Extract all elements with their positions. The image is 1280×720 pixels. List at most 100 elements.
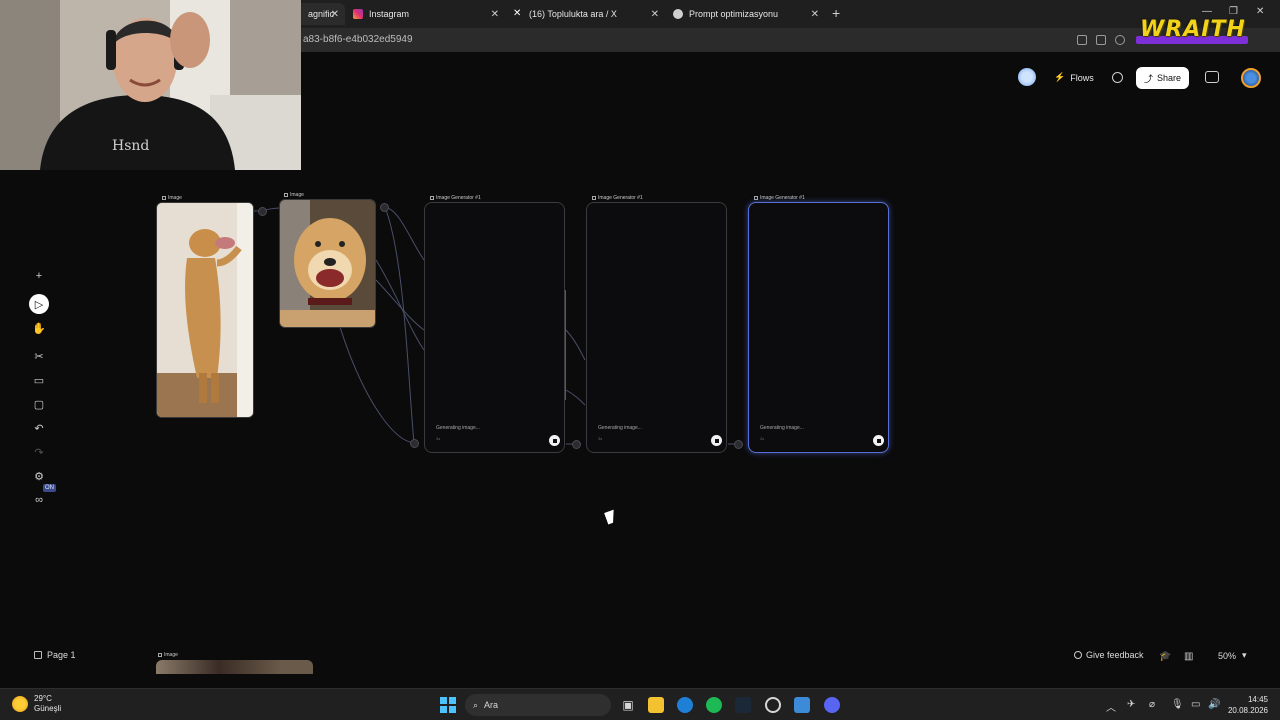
notepad-icon[interactable] (794, 697, 810, 713)
discord-icon[interactable] (824, 697, 840, 713)
close-icon[interactable]: ✕ (651, 9, 659, 20)
give-feedback-button[interactable]: Give feedback (1074, 650, 1144, 660)
page-selector[interactable]: Page 1 (34, 650, 76, 660)
restore-icon[interactable]: ❐ (1229, 6, 1238, 17)
note-icon[interactable]: ▭ (27, 370, 51, 390)
output-port[interactable] (734, 440, 743, 449)
generation-status: Generating image... (436, 425, 480, 431)
image-generator-node[interactable]: Generating image... 3s (424, 202, 565, 453)
windows-taskbar: 29°C Güneşli ⌕ Ara ▣ ︿ ✈ ⌀ 🎙 ▭ 🔊 14:45 2… (0, 688, 1280, 720)
stop-generation-button[interactable] (711, 435, 722, 446)
add-icon[interactable]: + (27, 266, 51, 286)
search-icon: ⌕ (473, 699, 479, 710)
tab-magnific[interactable]: agnific ✕ (296, 3, 345, 25)
tab-prompt[interactable]: Prompt optimizasyonu ✕ (665, 3, 825, 25)
edge-browser-icon[interactable] (677, 697, 693, 713)
wraith-overlay-logo: WRAITH (1140, 17, 1246, 42)
chatgpt-icon (673, 9, 683, 19)
output-port[interactable] (258, 207, 267, 216)
share-label: Share (1156, 73, 1182, 83)
redo-icon[interactable]: ↷ (27, 442, 51, 462)
image-node-partial[interactable] (156, 660, 313, 674)
tab-label: (16) Toplulukta ara / X (529, 9, 617, 19)
generation-time: 3s (598, 436, 603, 441)
tab-x[interactable]: ✕ (16) Toplulukta ara / X ✕ (505, 3, 665, 25)
generation-status: Generating image... (598, 425, 642, 431)
graduation-cap-icon[interactable]: 🎓 (1159, 651, 1171, 662)
output-port[interactable] (380, 203, 389, 212)
zoom-value: 50% (1218, 650, 1237, 661)
scissors-icon[interactable]: ✂ (27, 346, 51, 366)
image-node-standing-dog[interactable] (156, 202, 254, 418)
generation-time: 3s (436, 436, 441, 441)
collaborator-avatar[interactable] (1018, 68, 1036, 86)
undo-icon[interactable]: ↶ (27, 418, 51, 438)
image-icon (430, 196, 434, 200)
url-field[interactable]: a83-b8f6-e4b032ed5949 (303, 34, 413, 45)
instagram-icon (353, 9, 363, 19)
stop-generation-button[interactable] (549, 435, 560, 446)
stop-generation-button[interactable] (873, 435, 884, 446)
image-icon (158, 653, 162, 657)
reader-icon[interactable] (1096, 35, 1106, 45)
feedback-label: Give feedback (1086, 650, 1144, 660)
comment-icon[interactable]: ▢ (27, 394, 51, 414)
app-icon[interactable] (765, 697, 781, 713)
image-icon (162, 196, 166, 200)
favorite-star-icon[interactable] (1115, 35, 1125, 45)
lightning-icon: ⚡ (1054, 72, 1066, 82)
minimap-icon[interactable]: ▥ (1184, 651, 1193, 662)
user-profile-avatar[interactable] (1241, 68, 1261, 88)
chevron-up-icon[interactable]: ︿ (1106, 699, 1116, 714)
infinity-icon[interactable]: ∞ (27, 490, 51, 510)
dog-standing-image (157, 203, 253, 417)
x-icon: ✕ (513, 8, 522, 19)
webcam-overlay: Hsnd (0, 0, 301, 170)
clock[interactable]: 14:45 20.08.2026 (1228, 694, 1268, 716)
generator-node-label: Image Generator #1 (430, 195, 481, 201)
windows-start-icon[interactable] (440, 697, 456, 713)
flows-button[interactable]: ⚡ Flows (1054, 72, 1094, 83)
close-window-icon[interactable]: ✕ (1256, 6, 1264, 17)
steam-tray-icon[interactable]: ✈ (1127, 699, 1135, 710)
tab-instagram[interactable]: Instagram ✕ (345, 3, 505, 25)
network-icon[interactable]: ⌀ (1149, 699, 1155, 710)
input-port[interactable] (410, 439, 419, 448)
file-explorer-icon[interactable] (648, 697, 664, 713)
volume-icon[interactable]: 🔊 (1208, 699, 1220, 710)
page-icon (34, 651, 42, 659)
weather-widget[interactable]: 29°C Güneşli (12, 694, 61, 714)
time: 14:45 (1247, 695, 1268, 704)
image-node-smiling-dog[interactable] (279, 199, 376, 328)
close-icon[interactable]: ✕ (811, 9, 819, 20)
share-button[interactable]: ⤴ Share (1136, 67, 1189, 89)
search-label: Ara (484, 700, 499, 710)
new-tab-button[interactable]: + (832, 5, 840, 21)
close-icon[interactable]: ✕ (491, 9, 499, 20)
weather-condition: Güneşli (34, 704, 62, 713)
settings-gear-icon[interactable]: ⚙ (27, 466, 51, 486)
hand-pan-icon[interactable]: ✋ (27, 318, 51, 338)
sun-icon (12, 696, 28, 712)
microphone-icon[interactable]: 🎙 (1171, 699, 1184, 710)
select-pointer-icon[interactable]: ▷ (29, 294, 49, 314)
close-icon[interactable]: ✕ (331, 9, 339, 20)
display-icon[interactable]: ▭ (1191, 699, 1200, 710)
sync-icon[interactable] (1205, 71, 1219, 83)
steam-icon[interactable] (735, 697, 751, 713)
streamer-webcam-image: Hsnd (0, 0, 301, 170)
translate-icon[interactable] (1077, 35, 1087, 45)
image-generator-node[interactable]: Generating image... 3s (586, 202, 727, 453)
chevron-down-icon: ▾ (1242, 650, 1247, 660)
image-generator-node-selected[interactable]: Generating image... 2s (748, 202, 889, 453)
zoom-control[interactable]: 50% ▾ (1218, 650, 1247, 661)
task-view-icon[interactable]: ▣ (620, 697, 636, 713)
page-label: Page 1 (47, 650, 76, 660)
minimize-icon[interactable]: — (1202, 6, 1212, 17)
history-icon[interactable] (1112, 72, 1123, 83)
taskbar-search[interactable]: ⌕ Ara (465, 694, 611, 716)
on-badge: ON (43, 484, 56, 492)
spotify-icon[interactable] (706, 697, 722, 713)
image-node-label: Image (284, 192, 304, 198)
output-port[interactable] (572, 440, 581, 449)
